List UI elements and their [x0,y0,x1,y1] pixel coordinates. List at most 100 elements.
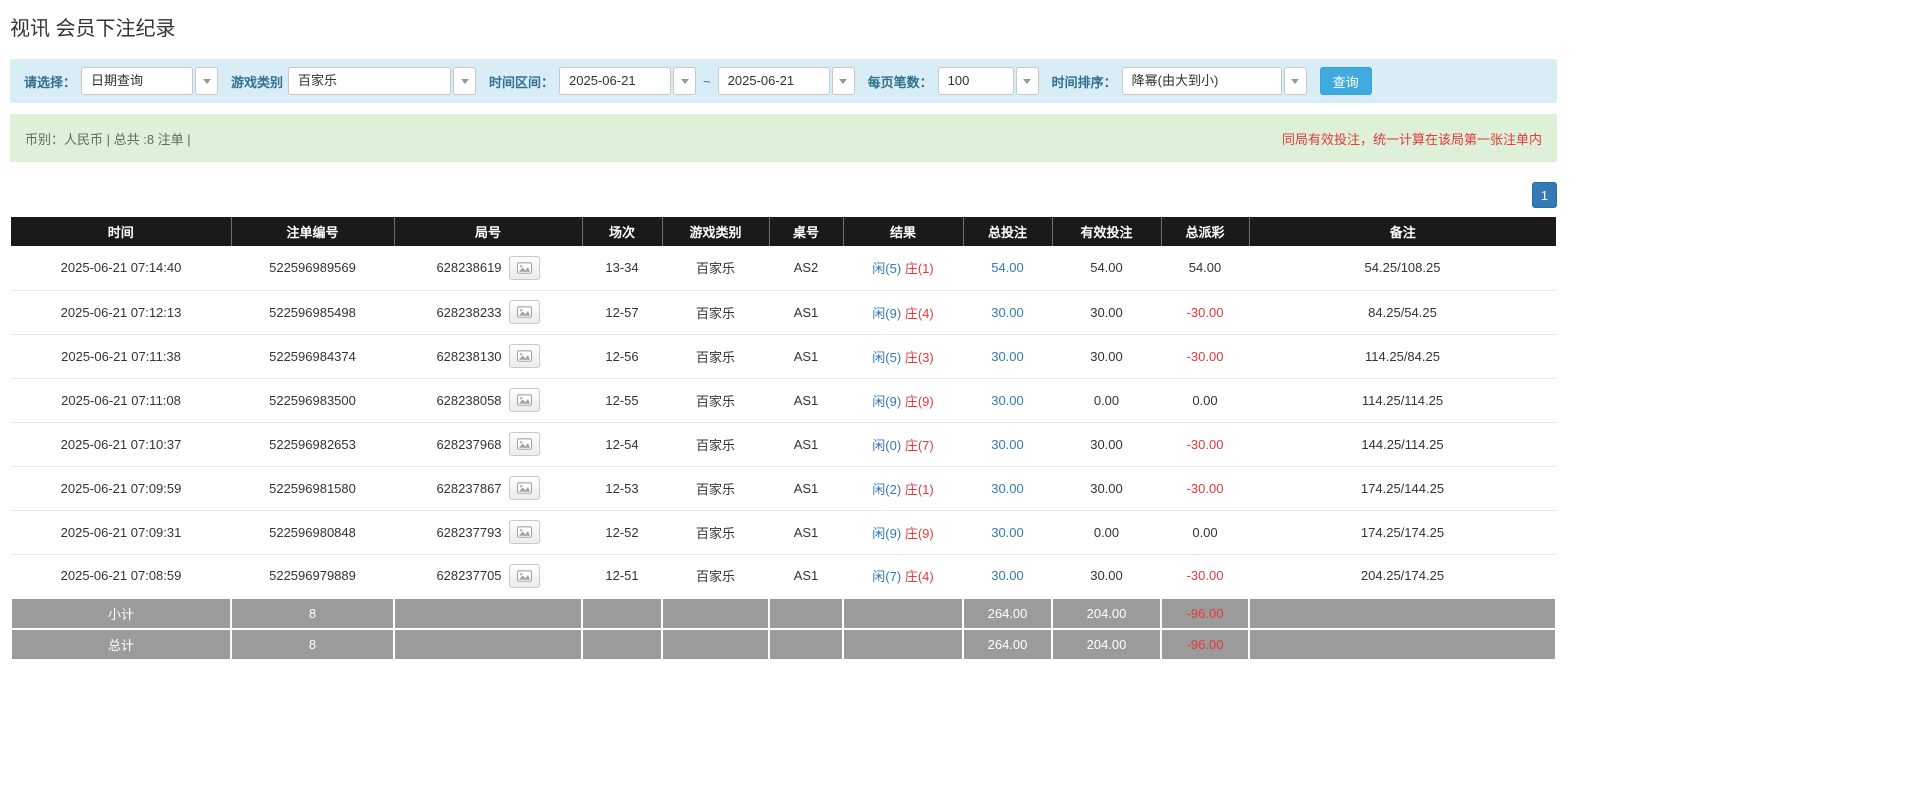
grand-total-total-bet: 264.00 [963,629,1052,660]
result-banker: 庄(4) [905,306,934,321]
page-container: 视讯 会员下注纪录 请选择： 日期查询 游戏类别 百家乐 时间区间： 2025-… [10,12,1557,661]
chevron-down-icon [1291,79,1299,84]
video-replay-icon [517,394,532,406]
cell-payout: -30.00 [1161,334,1249,378]
cell-table-no: AS1 [769,554,843,598]
video-replay-icon [517,306,532,318]
cell-session: 12-51 [582,554,662,598]
total-bet-link[interactable]: 30.00 [963,378,1052,422]
grand-total-payout: -96.00 [1161,629,1249,660]
date-type-caret-button[interactable] [195,67,218,95]
cell-round-id: 628238058 [394,378,582,422]
table-row: 2025-06-21 07:14:40 522596989569 6282386… [11,246,1556,290]
cell-game-type: 百家乐 [662,554,769,598]
result-player: 闲(9) [872,526,901,541]
video-replay-button[interactable] [509,564,540,588]
cell-payout: 54.00 [1161,246,1249,290]
summary-bar: 币别：人民币 | 总共 :8 注单 | 同局有效投注，统一计算在该局第一张注单内 [10,114,1557,162]
cell-game-type: 百家乐 [662,246,769,290]
date-to-caret-button[interactable] [832,67,855,95]
cell-bet-id: 522596983500 [231,378,394,422]
total-bet-link[interactable]: 30.00 [963,510,1052,554]
round-id-text: 628237793 [436,525,501,540]
video-replay-icon [517,482,532,494]
cell-result: 闲(9) 庄(4) [843,290,963,334]
total-bet-link[interactable]: 30.00 [963,422,1052,466]
video-replay-button[interactable] [509,432,540,456]
round-id-text: 628237705 [436,568,501,583]
page-size-value[interactable]: 100 [938,67,1014,95]
video-replay-button[interactable] [509,300,540,324]
video-replay-button[interactable] [509,344,540,368]
table-body: 2025-06-21 07:14:40 522596989569 6282386… [11,246,1556,598]
sort-value[interactable]: 降幂(由大到小) [1122,67,1282,95]
grand-total-valid-bet: 204.00 [1052,629,1161,660]
video-replay-button[interactable] [509,476,540,500]
cell-valid-bet: 30.00 [1052,422,1161,466]
cell-remark: 204.25/174.25 [1249,554,1556,598]
cell-session: 12-52 [582,510,662,554]
cell-remark: 144.25/114.25 [1249,422,1556,466]
video-replay-icon [517,262,532,274]
date-from-caret-button[interactable] [673,67,696,95]
date-from-value[interactable]: 2025-06-21 [559,67,671,95]
game-type-label: 游戏类别 [231,72,283,91]
result-banker: 庄(3) [905,350,934,365]
header-result: 结果 [843,217,963,246]
video-replay-button[interactable] [509,388,540,412]
total-bet-link[interactable]: 30.00 [963,554,1052,598]
cell-game-type: 百家乐 [662,378,769,422]
cell-valid-bet: 54.00 [1052,246,1161,290]
bet-records-table: 时间 注单编号 局号 场次 游戏类别 桌号 结果 总投注 有效投注 总派彩 备注… [10,217,1557,661]
grand-total-row: 总计 8 264.00 204.00 -96.00 [11,629,1556,660]
sort-select: 降幂(由大到小) [1122,67,1307,95]
video-replay-button[interactable] [509,256,540,280]
round-id-text: 628237968 [436,437,501,452]
cell-time: 2025-06-21 07:12:13 [11,290,231,334]
total-bet-link[interactable]: 54.00 [963,246,1052,290]
total-bet-link[interactable]: 30.00 [963,466,1052,510]
cell-table-no: AS1 [769,466,843,510]
cell-valid-bet: 30.00 [1052,554,1161,598]
date-from-select: 2025-06-21 [559,67,696,95]
page-number-button[interactable]: 1 [1532,182,1557,208]
game-type-caret-button[interactable] [453,67,476,95]
subtotal-payout: -96.00 [1161,598,1249,629]
date-to-value[interactable]: 2025-06-21 [718,67,830,95]
page-size-label: 每页笔数： [868,72,933,91]
table-row: 2025-06-21 07:12:13 522596985498 6282382… [11,290,1556,334]
header-valid-bet: 有效投注 [1052,217,1161,246]
cell-game-type: 百家乐 [662,510,769,554]
subtotal-count: 8 [231,598,394,629]
video-replay-icon [517,570,532,582]
cell-remark: 174.25/174.25 [1249,510,1556,554]
video-replay-button[interactable] [509,520,540,544]
cell-round-id: 628237968 [394,422,582,466]
round-id-text: 628238130 [436,349,501,364]
cell-result: 闲(0) 庄(7) [843,422,963,466]
cell-table-no: AS1 [769,290,843,334]
cell-round-id: 628237705 [394,554,582,598]
cell-remark: 84.25/54.25 [1249,290,1556,334]
cell-valid-bet: 30.00 [1052,466,1161,510]
total-bet-link[interactable]: 30.00 [963,334,1052,378]
result-banker: 庄(4) [905,569,934,584]
cell-valid-bet: 30.00 [1052,290,1161,334]
chevron-down-icon [681,79,689,84]
total-bet-link[interactable]: 30.00 [963,290,1052,334]
cell-session: 12-53 [582,466,662,510]
sort-caret-button[interactable] [1284,67,1307,95]
video-replay-icon [517,526,532,538]
table-row: 2025-06-21 07:09:59 522596981580 6282378… [11,466,1556,510]
game-type-value[interactable]: 百家乐 [288,67,451,95]
result-player: 闲(2) [872,482,901,497]
cell-remark: 54.25/108.25 [1249,246,1556,290]
page-size-caret-button[interactable] [1016,67,1039,95]
round-id-text: 628237867 [436,481,501,496]
cell-payout: 0.00 [1161,378,1249,422]
header-table-no: 桌号 [769,217,843,246]
date-type-value[interactable]: 日期查询 [81,67,193,95]
video-replay-icon [517,350,532,362]
search-button[interactable]: 查询 [1320,67,1372,95]
table-row: 2025-06-21 07:11:08 522596983500 6282380… [11,378,1556,422]
